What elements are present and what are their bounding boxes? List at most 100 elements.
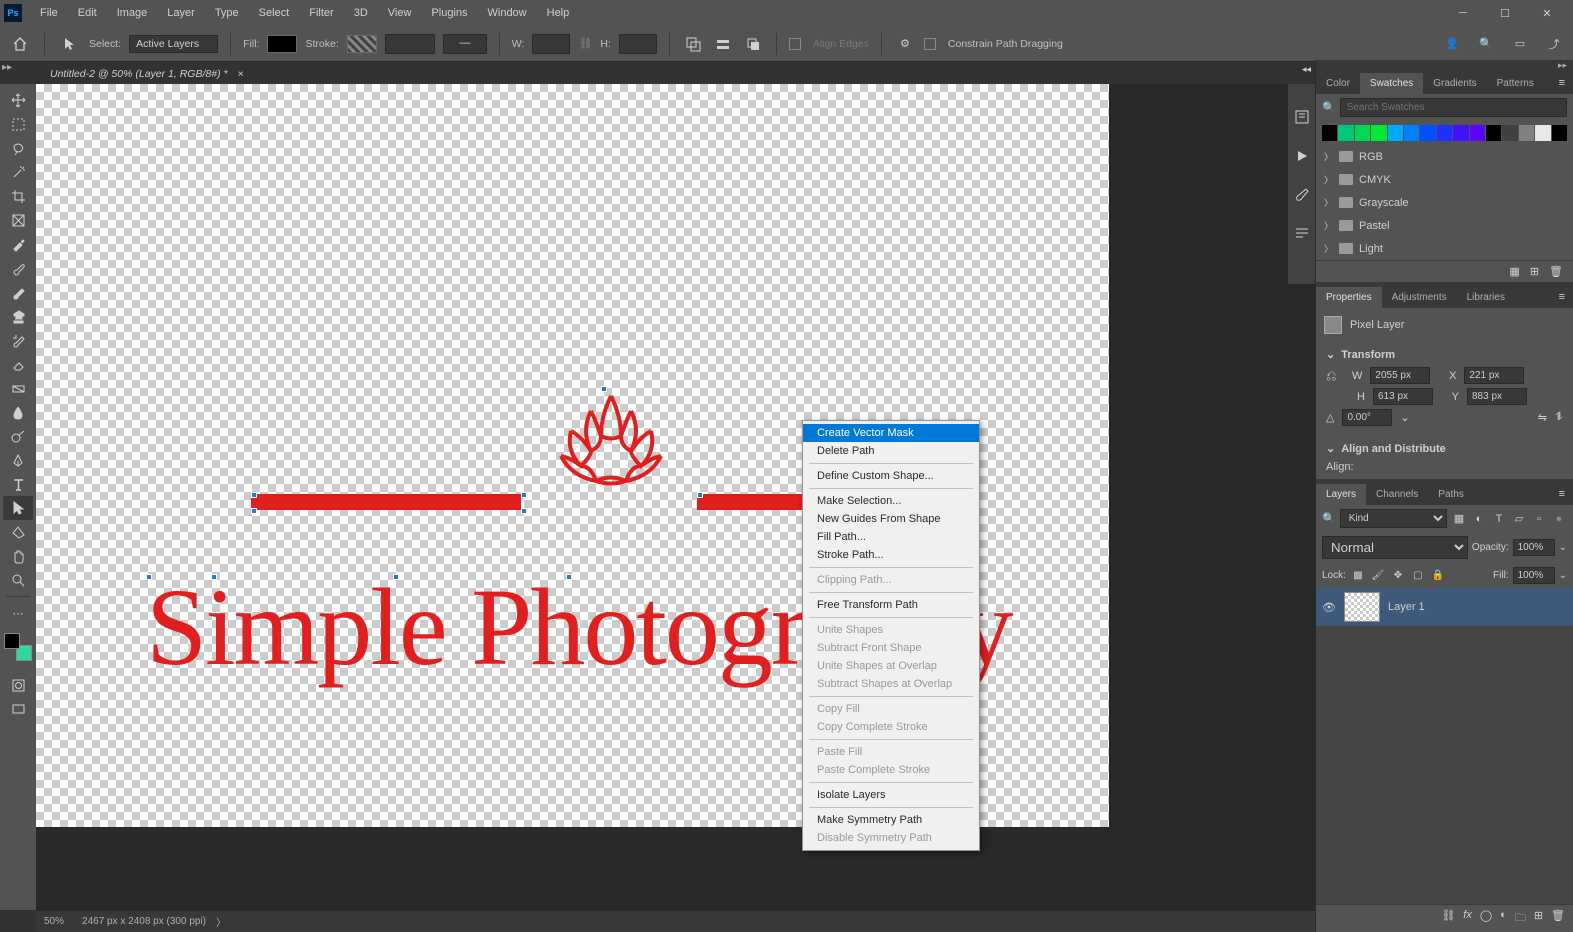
color-picker[interactable] (4, 633, 32, 661)
link-wh-icon[interactable]: ⎌ (1326, 368, 1336, 384)
lock-position-icon[interactable]: ✥ (1390, 568, 1406, 584)
clone-stamp-tool[interactable] (3, 304, 33, 328)
swatch[interactable] (1470, 125, 1485, 141)
swatch-folder[interactable]: 〉Pastel (1316, 214, 1573, 237)
swatch-folder[interactable]: 〉Light (1316, 237, 1573, 260)
menu-edit[interactable]: Edit (68, 3, 107, 23)
transform-x-field[interactable] (1464, 367, 1524, 384)
swatch[interactable] (1552, 125, 1567, 141)
tab-adjustments[interactable]: Adjustments (1382, 287, 1457, 308)
blend-mode-select[interactable]: Normal (1322, 536, 1468, 559)
filter-adjustment-icon[interactable]: ◐ (1471, 511, 1487, 527)
healing-brush-tool[interactable] (3, 256, 33, 280)
gradient-tool[interactable] (3, 376, 33, 400)
select-dropdown[interactable]: Active Layers (129, 35, 218, 53)
lasso-tool[interactable] (3, 136, 33, 160)
menu-image[interactable]: Image (107, 3, 158, 23)
panel-menu-icon[interactable]: ≡ (1551, 286, 1573, 308)
swatch[interactable] (1338, 125, 1353, 141)
swatch-grid-icon[interactable]: ▦ (1509, 265, 1519, 278)
quick-mask-icon[interactable] (3, 673, 33, 697)
swatch[interactable] (1404, 125, 1419, 141)
transform-h-field[interactable] (1373, 388, 1433, 405)
eyedropper-tool[interactable] (3, 232, 33, 256)
swatch-search-input[interactable] (1340, 98, 1567, 117)
path-selection-tool[interactable] (3, 496, 33, 520)
doc-info-chevron-icon[interactable]: 〉 (216, 914, 226, 929)
search-icon[interactable]: 🔍 (1475, 33, 1497, 55)
swatch[interactable] (1453, 125, 1468, 141)
swatch[interactable] (1502, 125, 1517, 141)
frame-tool[interactable] (3, 208, 33, 232)
screen-mode-icon[interactable] (3, 697, 33, 721)
fill-color[interactable] (267, 35, 297, 53)
constrain-checkbox[interactable] (924, 38, 936, 50)
menu-window[interactable]: Window (478, 3, 537, 23)
menu-file[interactable]: File (30, 3, 68, 23)
visibility-icon[interactable]: 👁 (1322, 601, 1336, 614)
context-menu-item[interactable]: Stroke Path... (803, 546, 979, 564)
height-field[interactable] (619, 34, 657, 54)
crop-tool[interactable] (3, 184, 33, 208)
type-tool[interactable] (3, 472, 33, 496)
context-menu-item[interactable]: Create Vector Mask (803, 424, 979, 442)
brush-tool[interactable] (3, 280, 33, 304)
dodge-tool[interactable] (3, 424, 33, 448)
new-layer-icon[interactable]: ⊞ (1534, 909, 1543, 928)
filter-pixel-icon[interactable]: ▦ (1451, 511, 1467, 527)
align-section[interactable]: ⌄Align and Distribute (1326, 442, 1563, 455)
move-tool[interactable] (3, 88, 33, 112)
opacity-field[interactable]: 100% (1513, 539, 1555, 556)
lock-transparency-icon[interactable]: ▩ (1350, 568, 1366, 584)
swatch-folder[interactable]: 〉Grayscale (1316, 191, 1573, 214)
pen-tool[interactable] (3, 448, 33, 472)
link-icon[interactable]: ⛓ (578, 37, 592, 50)
filter-shape-icon[interactable]: ▱ (1511, 511, 1527, 527)
panel-menu-icon[interactable]: ≡ (1551, 483, 1573, 505)
workspace-icon[interactable]: ▭ (1509, 33, 1531, 55)
minimize-button[interactable]: ─ (1451, 3, 1475, 23)
maximize-button[interactable]: ☐ (1493, 3, 1517, 23)
swatch[interactable] (1486, 125, 1501, 141)
cloud-user-icon[interactable]: 👤 (1441, 33, 1463, 55)
swatch-folder[interactable]: 〉RGB (1316, 145, 1573, 168)
zoom-value[interactable]: 50% (44, 916, 64, 927)
layer-thumbnail[interactable] (1344, 592, 1380, 622)
tab-paths[interactable]: Paths (1428, 484, 1474, 505)
menu-3d[interactable]: 3D (344, 3, 378, 23)
filter-smart-icon[interactable]: ▫ (1531, 511, 1547, 527)
magic-wand-tool[interactable] (3, 160, 33, 184)
link-layers-icon[interactable]: ⛓ (1441, 909, 1455, 928)
context-menu-item[interactable]: New Guides From Shape (803, 510, 979, 528)
eraser-tool[interactable] (3, 352, 33, 376)
swatch[interactable] (1355, 125, 1370, 141)
tab-patterns[interactable]: Patterns (1487, 73, 1544, 94)
gear-icon[interactable]: ⚙ (894, 33, 916, 55)
edit-toolbar-icon[interactable]: ⋯ (3, 601, 33, 625)
close-tab-icon[interactable]: × (238, 68, 244, 80)
fill-field[interactable]: 100% (1513, 567, 1555, 584)
swatch[interactable] (1388, 125, 1403, 141)
menu-plugins[interactable]: Plugins (421, 3, 477, 23)
history-panel-icon[interactable] (1293, 108, 1311, 129)
align-edges-checkbox[interactable] (789, 38, 801, 50)
new-swatch-icon[interactable]: ⊞ (1530, 265, 1539, 278)
swatch[interactable] (1322, 125, 1337, 141)
history-brush-tool[interactable] (3, 328, 33, 352)
brushes-panel-icon[interactable] (1293, 186, 1311, 207)
share-icon[interactable]: ⤴ (1543, 33, 1565, 55)
flip-h-icon[interactable]: ⇋ (1538, 411, 1547, 424)
delete-layer-icon[interactable]: 🗑 (1551, 909, 1565, 928)
swatch[interactable] (1420, 125, 1435, 141)
panel-chevron-icon[interactable]: ◂◂ (1302, 64, 1311, 75)
transform-y-field[interactable] (1467, 388, 1527, 405)
hand-tool[interactable] (3, 544, 33, 568)
panel-collapse-icon[interactable]: ▸▸ (1316, 60, 1573, 68)
filter-type-icon[interactable]: T (1491, 511, 1507, 527)
close-button[interactable]: ✕ (1535, 3, 1559, 23)
tab-channels[interactable]: Channels (1366, 484, 1428, 505)
layer-row[interactable]: 👁 Layer 1 (1316, 588, 1573, 626)
context-menu-item[interactable]: Delete Path (803, 442, 979, 460)
tab-swatches[interactable]: Swatches (1360, 73, 1423, 94)
mask-icon[interactable]: ◯ (1480, 909, 1492, 928)
